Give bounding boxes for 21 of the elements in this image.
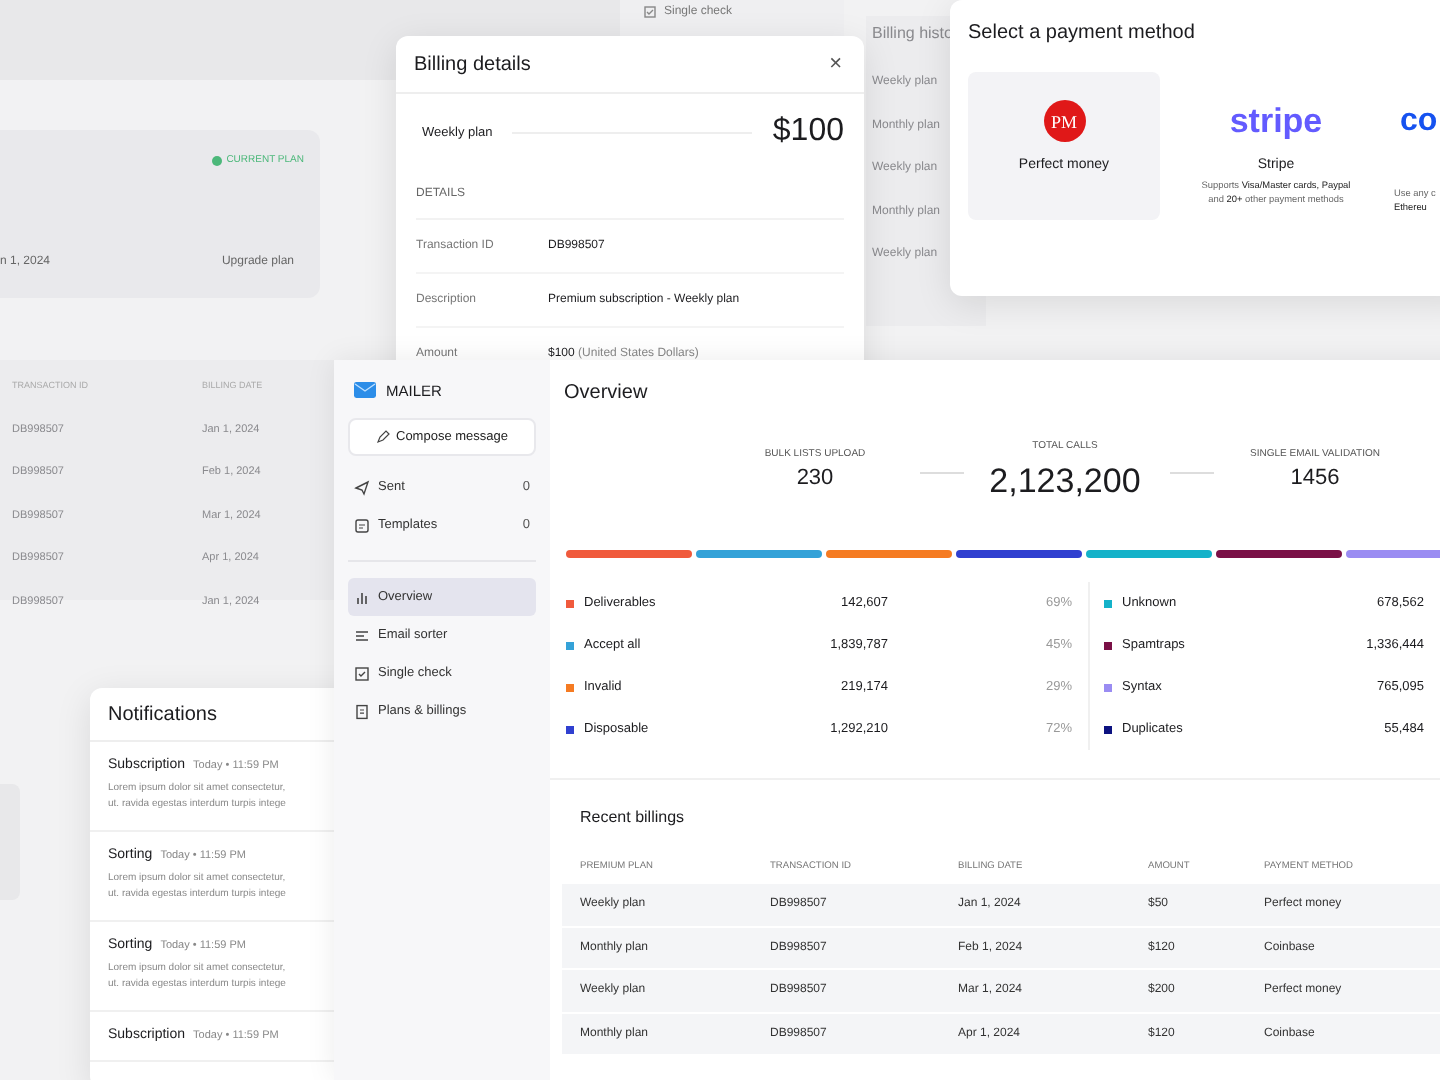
pencil-icon — [376, 430, 390, 444]
logo: co — [1400, 102, 1438, 142]
stat-value: 2,123,200 — [989, 462, 1141, 502]
section-title: Recent billings — [578, 806, 687, 830]
page-title: Overview — [562, 380, 650, 408]
stat-value: 230 — [796, 466, 834, 490]
close-button[interactable]: × — [825, 53, 846, 75]
logo: PM — [1043, 100, 1085, 142]
stat-value: 1456 — [1290, 466, 1340, 490]
price-text: $100 — [772, 114, 844, 150]
checkbox-icon — [354, 665, 370, 681]
checklist-icon — [644, 6, 656, 18]
document-icon — [354, 517, 370, 533]
list-icon — [354, 627, 370, 643]
dialog-title: Select a payment method — [966, 20, 1197, 48]
bar-chart-icon — [354, 589, 370, 605]
document-icon — [354, 703, 370, 719]
dialog-title: Billing details — [414, 53, 531, 75]
logo: stripe — [1229, 100, 1323, 142]
mail-icon — [354, 382, 376, 398]
send-icon — [354, 479, 370, 495]
